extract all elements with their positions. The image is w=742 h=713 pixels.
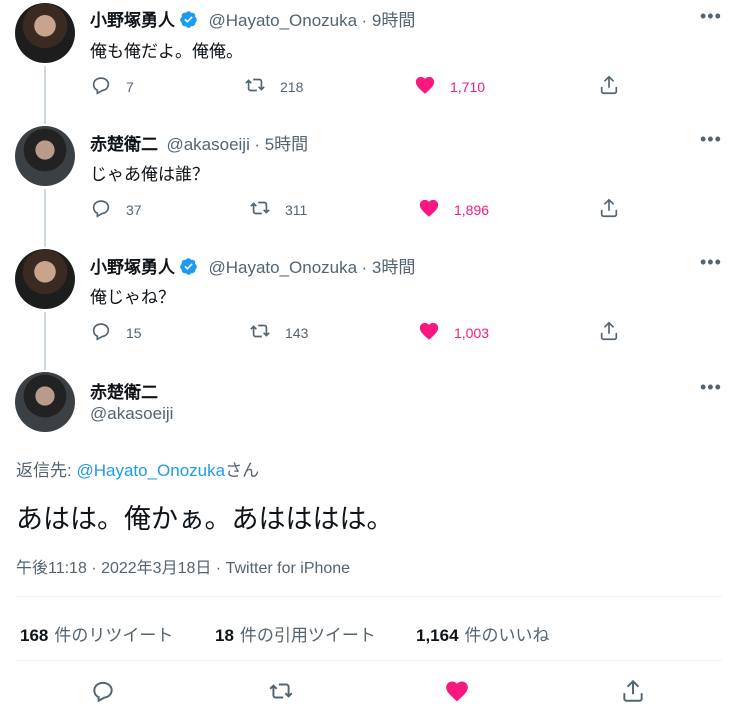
tweet-time[interactable]: · 9時間 (362, 11, 416, 30)
share-action[interactable] (598, 320, 620, 345)
author-name[interactable]: 赤楚衛二 (90, 378, 158, 403)
like-count: 1,710 (450, 78, 486, 95)
like-stat[interactable]: 1,164 件のいいね (416, 621, 550, 646)
retweet-icon[interactable] (249, 197, 271, 222)
author-handle[interactable]: @Hayato_Onozuka (208, 258, 357, 277)
reply-prefix: 返信先: (16, 461, 77, 480)
avatar[interactable] (15, 372, 75, 432)
like-count: 1,896 (454, 201, 490, 218)
tweet-header: 小野塚勇人 @Hayato_Onozuka · 9時間 (90, 6, 415, 31)
retweet-icon[interactable] (249, 320, 271, 345)
share-icon[interactable] (598, 320, 620, 345)
reply-icon[interactable] (90, 74, 112, 99)
like-stat-label: 件のいいね (464, 626, 550, 645)
like-count: 1,003 (454, 324, 490, 341)
tweet-time[interactable]: · 5時間 (254, 135, 308, 154)
quote-stat-count: 18 (215, 626, 234, 645)
reply-suffix: さん (225, 461, 260, 480)
retweet-action[interactable]: 143 (249, 320, 308, 345)
like-stat-count: 1,164 (416, 626, 459, 645)
retweet-icon[interactable] (268, 678, 294, 709)
main-tweet-text: あはは。俺かぁ。あはははは。 (16, 504, 394, 534)
quote-stat[interactable]: 18 件の引用ツイート (215, 621, 376, 646)
share-action[interactable] (598, 197, 620, 222)
tweet-header: 赤楚衛二 @akasoeiji · 5時間 (90, 130, 308, 155)
retweet-stat[interactable]: 168 件のリツイート (20, 621, 173, 646)
author-name[interactable]: 小野塚勇人 (90, 11, 175, 30)
retweet-action[interactable]: 311 (249, 197, 307, 222)
tweet-timestamp[interactable]: 午後11:18 · 2022年3月18日 · Twitter for iPhon… (16, 554, 350, 578)
author-handle[interactable]: @akasoeiji (90, 404, 173, 424)
reply-count: 15 (126, 324, 142, 341)
verified-badge-icon (179, 257, 198, 276)
retweet-icon[interactable] (244, 74, 266, 99)
reply-action[interactable]: 7 (90, 74, 134, 99)
heart-icon[interactable] (418, 320, 440, 345)
like-action[interactable]: 1,896 (418, 197, 489, 222)
avatar[interactable] (15, 249, 75, 309)
reply-to-link[interactable]: @Hayato_Onozuka (76, 461, 225, 480)
heart-icon[interactable] (418, 197, 440, 222)
thread-line (44, 189, 46, 247)
retweet-stat-label: 件のリツイート (54, 626, 174, 645)
reply-action[interactable]: 37 (90, 197, 142, 222)
tweet-time[interactable]: · 3時間 (362, 258, 416, 277)
reply-count: 7 (126, 78, 134, 95)
share-icon[interactable] (598, 197, 620, 222)
reply-icon[interactable] (90, 678, 116, 709)
reply-action[interactable]: 15 (90, 320, 142, 345)
retweet-action[interactable]: 218 (244, 74, 303, 99)
author-handle[interactable]: @Hayato_Onozuka (208, 11, 357, 30)
retweet-stat-count: 168 (20, 626, 49, 645)
avatar[interactable] (15, 3, 75, 63)
thread-line (44, 312, 46, 370)
quote-stat-label: 件の引用ツイート (239, 626, 376, 645)
tweet-text: 俺も俺だよ。俺俺。 (90, 42, 243, 61)
share-icon[interactable] (620, 678, 646, 709)
retweet-count: 218 (280, 78, 304, 95)
like-action[interactable]: 1,003 (418, 320, 489, 345)
more-icon[interactable]: ••• (700, 252, 722, 273)
author-handle[interactable]: @akasoeiji (166, 135, 249, 154)
thread-line (44, 66, 46, 124)
author-name[interactable]: 赤楚衛二 (90, 135, 158, 154)
reply-icon[interactable] (90, 320, 112, 345)
reply-icon[interactable] (90, 197, 112, 222)
reply-count: 37 (126, 201, 142, 218)
more-icon[interactable]: ••• (700, 377, 722, 398)
share-icon[interactable] (598, 74, 620, 99)
retweet-count: 311 (285, 201, 308, 218)
like-action[interactable]: 1,710 (414, 74, 485, 99)
retweet-count: 143 (285, 324, 309, 341)
tweet-text: じゃあ俺は誰？ (90, 165, 209, 184)
heart-icon[interactable] (444, 678, 470, 709)
reply-context: 返信先: @Hayato_Onozukaさん (16, 456, 259, 481)
avatar[interactable] (15, 126, 75, 186)
divider (16, 660, 722, 661)
verified-badge-icon (179, 10, 198, 29)
more-icon[interactable]: ••• (700, 6, 722, 27)
tweet-header: 小野塚勇人 @Hayato_Onozuka · 3時間 (90, 253, 415, 278)
heart-icon[interactable] (414, 74, 436, 99)
divider (16, 596, 722, 597)
author-name[interactable]: 小野塚勇人 (90, 258, 175, 277)
tweet-text: 俺じゃね？ (90, 288, 175, 307)
share-action[interactable] (598, 74, 620, 99)
more-icon[interactable]: ••• (700, 129, 722, 150)
